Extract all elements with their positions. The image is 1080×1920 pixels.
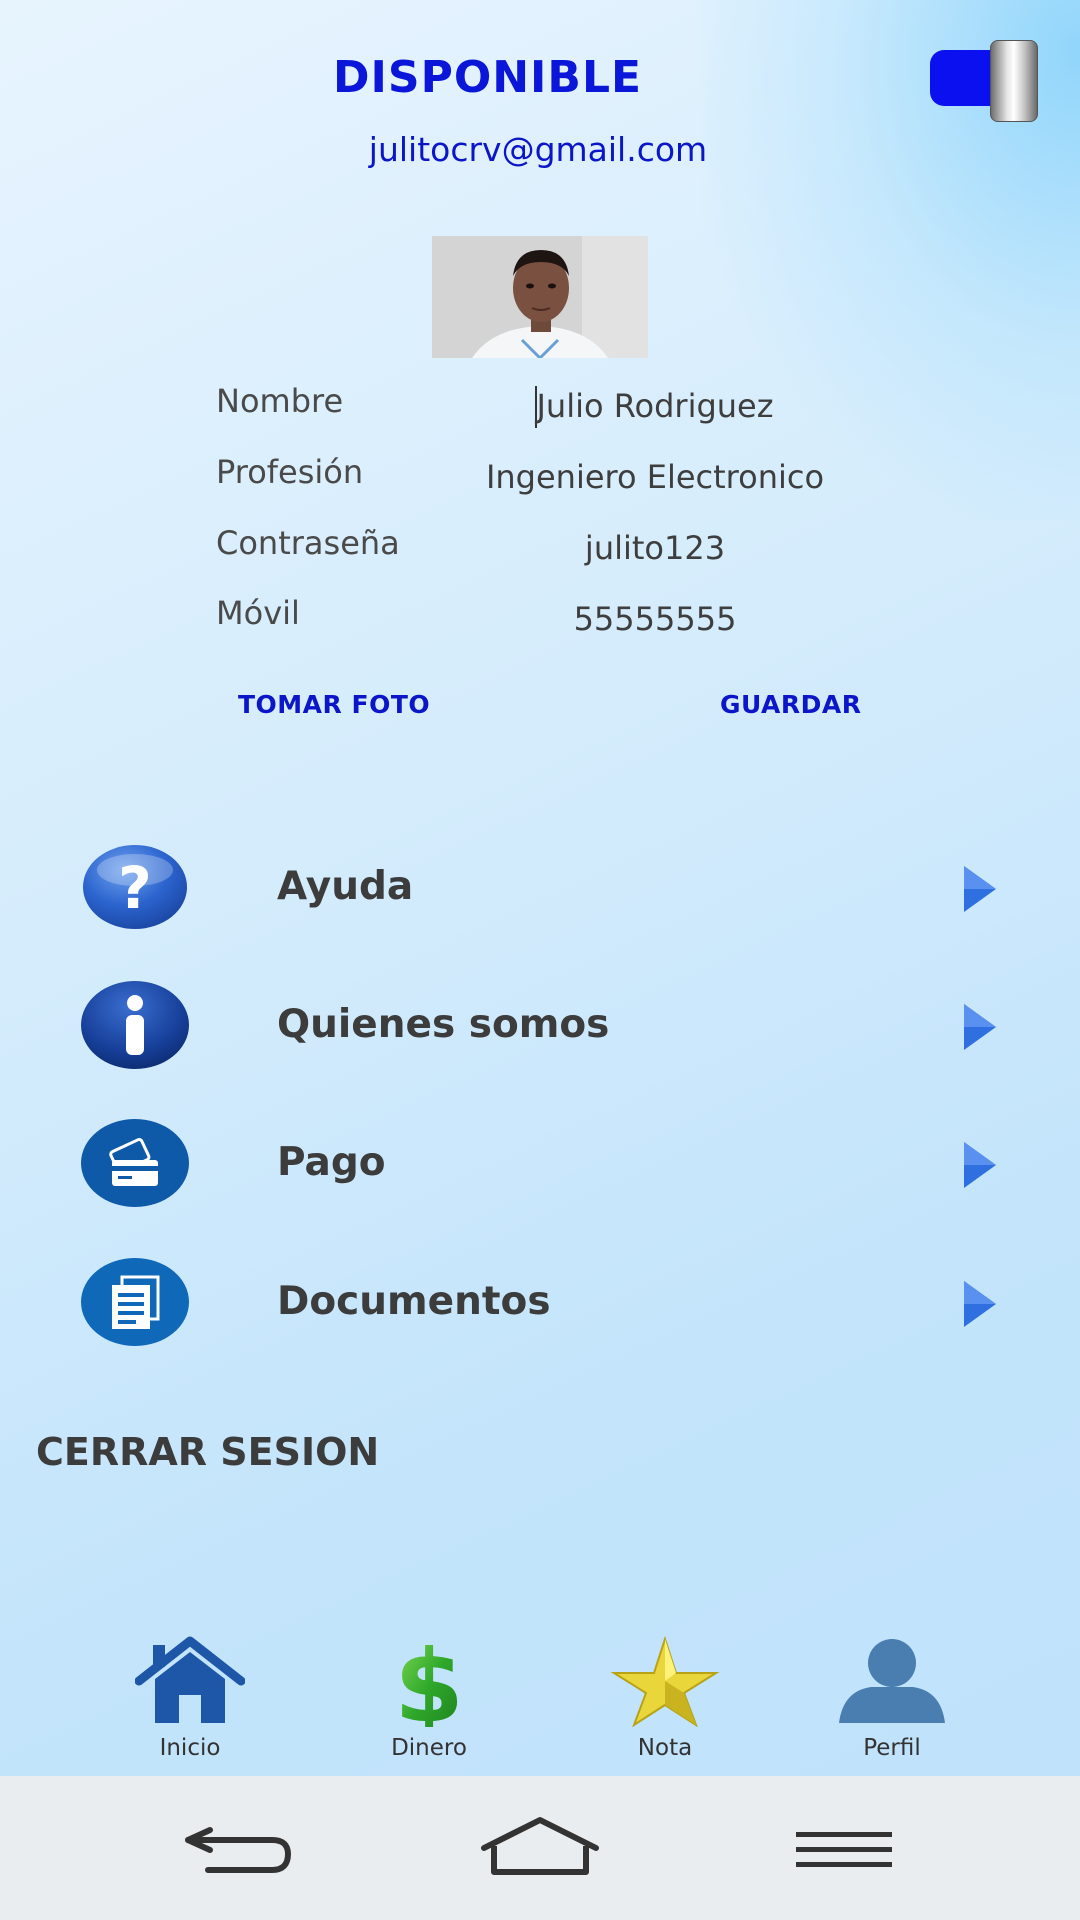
field-label-nombre: Nombre — [216, 382, 344, 420]
menu-item-ayuda[interactable]: ? Ayuda — [0, 842, 1080, 942]
menu-item-label: Ayuda — [277, 864, 414, 909]
menu-nav-icon[interactable] — [784, 1816, 904, 1886]
dollar-icon: $ — [374, 1628, 484, 1745]
password-input[interactable]: julito123 — [430, 529, 880, 567]
logout-button[interactable]: CERRAR SESION — [36, 1430, 379, 1474]
tab-inicio[interactable]: Inicio — [110, 1630, 270, 1770]
availability-toggle[interactable] — [930, 40, 1038, 122]
documents-icon — [80, 1257, 190, 1347]
tab-label: Inicio — [159, 1735, 221, 1761]
chevron-right-icon — [962, 864, 998, 914]
user-email-text: julitocrv@gmail.com — [368, 130, 708, 169]
chevron-right-icon — [962, 1140, 998, 1190]
menu-item-pago[interactable]: Pago — [0, 1118, 1080, 1218]
svg-text:?: ? — [118, 854, 152, 922]
svg-text:$: $ — [394, 1635, 464, 1727]
field-label-profesion: Profesión — [216, 453, 364, 491]
tab-perfil[interactable]: Perfil — [812, 1630, 972, 1770]
user-email: julitocrv@gmail.com — [0, 130, 1080, 169]
bottom-tab-bar: Inicio $ Dinero Nota Perfil — [0, 1628, 1080, 1770]
save-button[interactable]: GUARDAR — [720, 690, 862, 719]
home-icon — [134, 1635, 246, 1727]
menu-item-quienes-somos[interactable]: Quienes somos — [0, 980, 1080, 1080]
tab-label: Perfil — [863, 1735, 921, 1761]
profile-photo[interactable] — [432, 236, 648, 358]
mobile-input[interactable]: 55555555 — [430, 600, 880, 638]
tab-dinero[interactable]: $ Dinero — [349, 1628, 509, 1770]
star-icon — [610, 1635, 720, 1728]
system-navigation-bar — [0, 1776, 1080, 1920]
home-nav-icon[interactable] — [480, 1816, 600, 1886]
chevron-right-icon — [962, 1002, 998, 1052]
profile-photo-image — [432, 236, 648, 358]
info-icon — [80, 980, 190, 1070]
take-photo-button[interactable]: TOMAR FOTO — [238, 690, 430, 719]
credit-card-icon — [80, 1118, 190, 1208]
chevron-right-icon — [962, 1279, 998, 1329]
toggle-thumb[interactable] — [990, 40, 1038, 122]
menu-item-label: Quienes somos — [277, 1002, 610, 1047]
field-label-movil: Móvil — [216, 594, 300, 632]
person-icon — [837, 1635, 947, 1727]
help-question-icon: ? — [80, 842, 190, 932]
availability-status-title: DISPONIBLE — [333, 52, 643, 103]
menu-item-documentos[interactable]: Documentos — [0, 1257, 1080, 1357]
back-icon[interactable] — [180, 1816, 300, 1886]
tab-label: Dinero — [391, 1735, 467, 1761]
menu-item-label: Documentos — [277, 1279, 551, 1324]
tab-label: Nota — [637, 1735, 693, 1761]
name-input[interactable]: Julio Rodriguez — [430, 387, 880, 425]
tab-nota[interactable]: Nota — [585, 1630, 745, 1770]
profession-input[interactable]: Ingeniero Electronico — [430, 458, 880, 496]
menu-item-label: Pago — [277, 1140, 386, 1185]
field-label-contrasena: Contraseña — [216, 524, 400, 562]
